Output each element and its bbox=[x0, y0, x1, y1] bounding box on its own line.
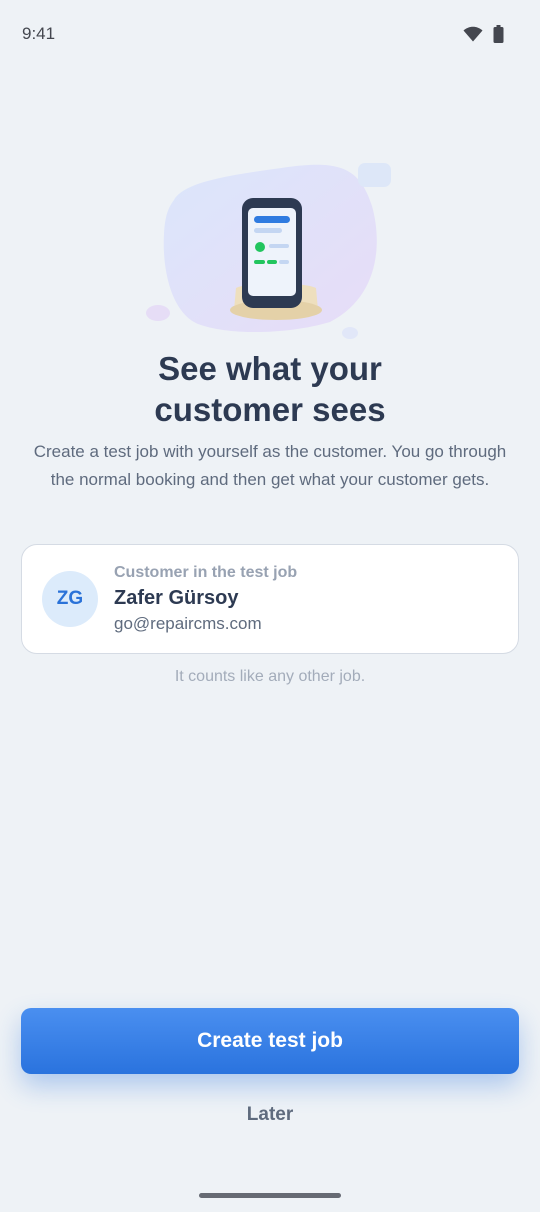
customer-name: Zafer Gürsoy bbox=[114, 587, 239, 609]
progress-segment bbox=[254, 260, 265, 264]
decor-dot-right bbox=[342, 327, 358, 339]
status-bar: 9:41 bbox=[0, 0, 540, 68]
page-subtitle: Create a test job with yourself as the c… bbox=[33, 442, 507, 489]
status-time: 9:41 bbox=[22, 24, 56, 43]
page-title: See what your customer sees bbox=[0, 348, 540, 430]
decor-square bbox=[358, 163, 391, 187]
customer-card-label: Customer in the test job bbox=[114, 564, 298, 581]
page-title-line-1: See what your bbox=[158, 350, 382, 387]
customer-card: ZG Customer in the test job Zafer Gürsoy… bbox=[21, 544, 519, 654]
status-icons bbox=[463, 25, 504, 43]
status-dot bbox=[255, 242, 265, 252]
avatar: ZG bbox=[42, 571, 98, 627]
screen-line bbox=[269, 244, 289, 248]
progress-segment bbox=[267, 260, 277, 264]
phone-on-stand-icon bbox=[146, 163, 391, 339]
create-test-job-button[interactable]: Create test job bbox=[21, 1008, 519, 1074]
battery-icon bbox=[493, 25, 504, 43]
info-note: It counts like any other job. bbox=[174, 668, 366, 685]
customer-details: Customer in the test job Zafer Gürsoy go… bbox=[114, 562, 297, 636]
page-title-line-2: customer sees bbox=[154, 391, 386, 428]
later-button[interactable]: Later bbox=[170, 1094, 370, 1136]
wifi-icon bbox=[463, 26, 483, 42]
home-indicator[interactable] bbox=[199, 1193, 341, 1198]
screen-header-bar bbox=[254, 216, 290, 223]
customer-email: go@repaircms.com bbox=[114, 614, 262, 633]
decor-dot-left bbox=[146, 305, 170, 321]
progress-segment bbox=[279, 260, 289, 264]
screen-line bbox=[254, 228, 282, 233]
